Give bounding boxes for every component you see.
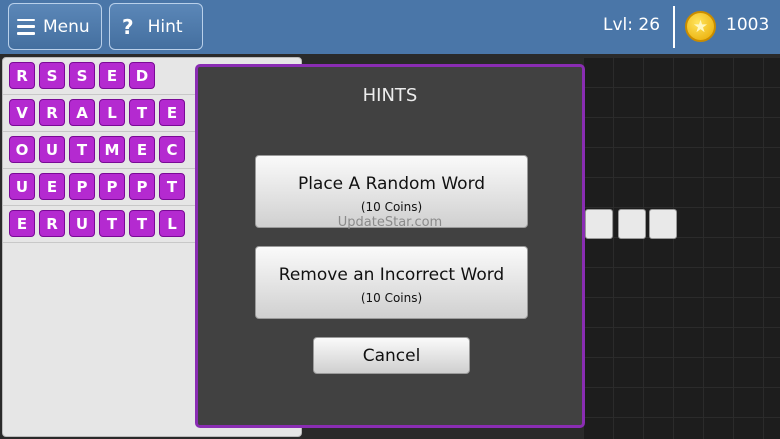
- letter-tile[interactable]: R: [9, 62, 35, 89]
- top-bar: Menu ? Hint Lvl: 26 ★ 1003: [0, 0, 780, 54]
- option-label: Remove an Incorrect Word: [278, 265, 505, 285]
- letter-tile[interactable]: L: [99, 99, 125, 126]
- board-cell[interactable]: [649, 209, 677, 239]
- coin-icon: ★: [685, 11, 716, 42]
- option-label: Place A Random Word: [297, 174, 486, 194]
- letter-tile[interactable]: S: [69, 62, 95, 89]
- letter-tile[interactable]: E: [129, 136, 155, 163]
- letter-tile[interactable]: E: [9, 210, 35, 237]
- letter-tile[interactable]: E: [39, 173, 65, 200]
- letter-tile[interactable]: S: [39, 62, 65, 89]
- letter-tile[interactable]: T: [129, 99, 155, 126]
- letter-tile[interactable]: U: [9, 173, 35, 200]
- star-icon: ★: [692, 16, 709, 37]
- watermark: UpdateStar.com: [337, 215, 443, 230]
- letter-tile[interactable]: U: [39, 136, 65, 163]
- letter-tile[interactable]: L: [159, 210, 185, 237]
- letter-tile[interactable]: R: [39, 210, 65, 237]
- topbar-divider: [673, 6, 675, 48]
- board-cell[interactable]: [585, 209, 613, 239]
- remove-incorrect-word-button[interactable]: Remove an Incorrect Word (10 Coins): [255, 246, 528, 319]
- letter-tile[interactable]: T: [99, 210, 125, 237]
- board-cell[interactable]: [618, 209, 646, 239]
- letter-tile[interactable]: V: [9, 99, 35, 126]
- letter-tile[interactable]: D: [129, 62, 155, 89]
- letter-tile[interactable]: P: [129, 173, 155, 200]
- letter-tile[interactable]: P: [69, 173, 95, 200]
- option-cost: (10 Coins): [360, 200, 423, 214]
- letter-tile[interactable]: T: [159, 173, 185, 200]
- hints-dialog: HINTS Place A Random Word (10 Coins) Upd…: [195, 64, 585, 428]
- letter-tile[interactable]: C: [159, 136, 185, 163]
- letter-tile[interactable]: E: [159, 99, 185, 126]
- letter-tile[interactable]: O: [9, 136, 35, 163]
- letter-tile[interactable]: R: [39, 99, 65, 126]
- cancel-button[interactable]: Cancel: [313, 337, 470, 374]
- letter-tile[interactable]: A: [69, 99, 95, 126]
- menu-button-label: Menu: [43, 16, 90, 37]
- letter-tile[interactable]: T: [129, 210, 155, 237]
- letter-tile[interactable]: T: [69, 136, 95, 163]
- crossword-board: [583, 57, 780, 439]
- letter-tile[interactable]: P: [99, 173, 125, 200]
- level-indicator: Lvl: 26: [603, 15, 661, 35]
- hamburger-icon: [17, 18, 35, 35]
- coin-count: 1003: [726, 15, 770, 35]
- letter-tile[interactable]: U: [69, 210, 95, 237]
- menu-button[interactable]: Menu: [8, 3, 102, 50]
- option-cost: (10 Coins): [360, 291, 423, 305]
- question-icon: ?: [122, 14, 134, 39]
- letter-tile[interactable]: E: [99, 62, 125, 89]
- hint-button-label: Hint: [147, 16, 183, 37]
- hint-button[interactable]: ? Hint: [109, 3, 203, 50]
- letter-tile[interactable]: M: [99, 136, 125, 163]
- dialog-title: HINTS: [362, 85, 418, 106]
